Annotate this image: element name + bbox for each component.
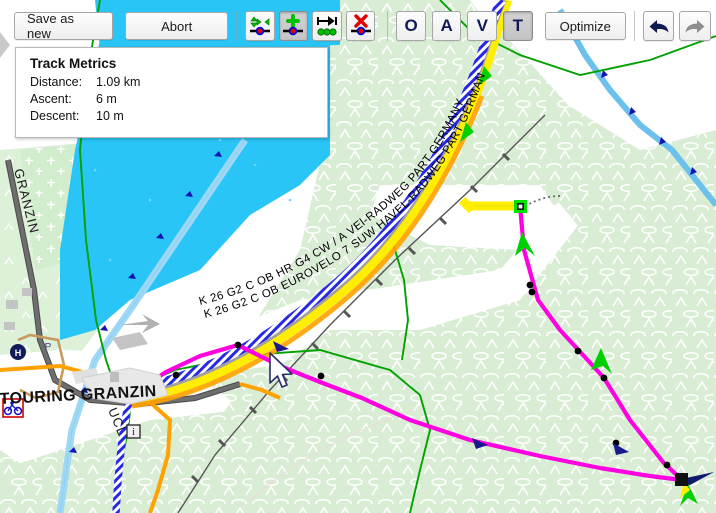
abort-button[interactable]: Abort <box>125 12 229 40</box>
panel-collapse-handle[interactable] <box>0 32 11 58</box>
undo-arrow-icon <box>649 20 669 33</box>
metric-ascent-row: Ascent: 6 m <box>30 91 327 108</box>
tab-track-t[interactable]: T <box>503 11 533 41</box>
metric-descent-row: Descent: 10 m <box>30 108 327 125</box>
start-marker[interactable] <box>514 200 527 213</box>
tab-speed-v[interactable]: V <box>467 11 498 41</box>
move-point-icon <box>249 16 270 36</box>
toolbar-separator-1 <box>236 11 238 41</box>
delete-point-button[interactable] <box>345 11 376 41</box>
tab-overview-o[interactable]: O <box>396 11 426 41</box>
move-point-button[interactable] <box>245 11 275 41</box>
track-metrics-panel: Track Metrics Distance: 1.09 km Ascent: … <box>15 47 328 138</box>
delete-point-icon <box>350 14 371 36</box>
metric-descent-label: Descent: <box>30 109 80 123</box>
redo-button[interactable] <box>679 11 711 41</box>
shift-points-button[interactable] <box>312 11 342 41</box>
undo-button[interactable] <box>642 11 675 41</box>
collapse-triangle-icon <box>0 32 10 58</box>
toolbar-separator-3 <box>633 11 635 41</box>
toolbar-separator-2 <box>387 11 389 41</box>
metric-distance-row: Distance: 1.09 km <box>30 74 327 91</box>
save-as-new-button[interactable]: Save as new <box>14 11 114 41</box>
svg-text:H: H <box>15 348 22 358</box>
metric-distance-label: Distance: <box>30 75 83 89</box>
metric-ascent-label: Ascent: <box>30 92 72 106</box>
poi-hospital[interactable]: H <box>10 344 26 360</box>
svg-text:P: P <box>45 342 52 353</box>
add-point-button[interactable] <box>278 11 309 41</box>
place-marker-small <box>110 372 119 382</box>
metric-ascent-value: 6 m <box>96 92 117 106</box>
tab-ascent-a[interactable]: A <box>431 11 462 41</box>
poi-parking[interactable]: P <box>45 342 52 353</box>
shift-points-icon <box>316 16 337 36</box>
track-editor-window: H P i K 26 G2 C OB HR G4 CW / A VEl-RADW… <box>0 0 716 513</box>
svg-text:i: i <box>132 427 135 438</box>
metric-descent-value: 10 m <box>96 109 124 123</box>
add-point-icon <box>283 14 304 36</box>
metric-distance-value: 1.09 km <box>96 75 141 89</box>
track-metrics-title: Track Metrics <box>30 56 117 71</box>
optimize-button[interactable]: Optimize <box>544 12 626 40</box>
redo-arrow-icon <box>685 20 705 33</box>
